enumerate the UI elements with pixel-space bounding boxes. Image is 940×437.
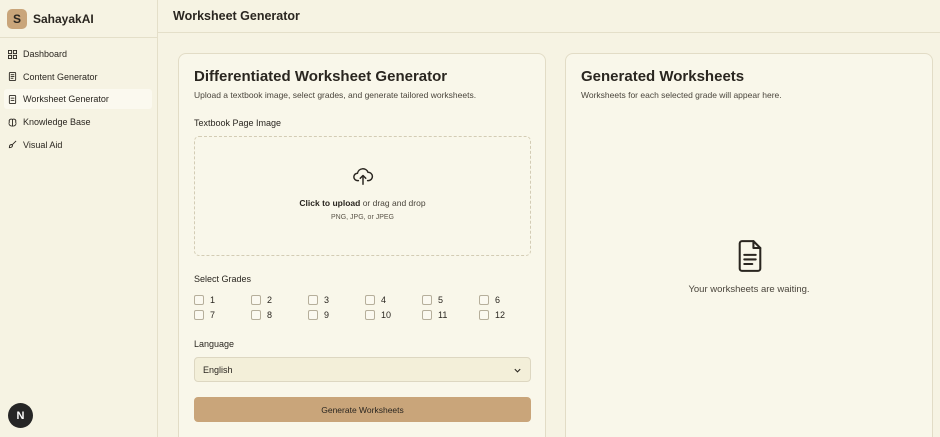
user-avatar[interactable]: N bbox=[8, 403, 33, 428]
language-label: Language bbox=[194, 339, 235, 349]
grades-label: Select Grades bbox=[194, 274, 252, 284]
grade-label: 7 bbox=[210, 310, 216, 320]
grade-label: 8 bbox=[267, 310, 273, 320]
worksheet-icon bbox=[8, 94, 17, 104]
grade-checkbox-12[interactable]: 12 bbox=[479, 310, 505, 320]
upload-rest: or drag and drop bbox=[360, 198, 426, 208]
generate-worksheets-button[interactable]: Generate Worksheets bbox=[194, 397, 531, 422]
brand-name: SahayakAI bbox=[33, 11, 94, 26]
grade-checkbox-3[interactable]: 3 bbox=[308, 295, 329, 305]
upload-hint: PNG, JPG, or JPEG bbox=[330, 214, 394, 221]
brand[interactable]: S SahayakAI bbox=[0, 0, 157, 38]
grade-label: 10 bbox=[381, 310, 392, 320]
checkbox[interactable] bbox=[194, 310, 204, 320]
form-title: Differentiated Worksheet Generator bbox=[194, 68, 448, 85]
brand-logo: S bbox=[7, 8, 27, 29]
brain-icon bbox=[8, 118, 17, 127]
grade-checkbox-10[interactable]: 10 bbox=[365, 310, 391, 320]
empty-state-text: Your worksheets are waiting. bbox=[688, 284, 810, 295]
results-title: Generated Worksheets bbox=[581, 68, 745, 85]
sidebar-item-label: Visual Aid bbox=[23, 139, 63, 150]
language-value: English bbox=[203, 364, 233, 375]
cloud-upload-icon bbox=[353, 168, 374, 185]
grade-label: 12 bbox=[495, 310, 506, 320]
grade-checkbox-1[interactable]: 1 bbox=[194, 295, 215, 305]
checkbox[interactable] bbox=[308, 310, 318, 320]
checkbox[interactable] bbox=[365, 295, 375, 305]
grade-label: 6 bbox=[495, 295, 501, 305]
language-select[interactable]: English bbox=[194, 357, 531, 382]
brush-icon bbox=[8, 140, 17, 149]
grade-label: 5 bbox=[438, 295, 444, 305]
grade-checkbox-5[interactable]: 5 bbox=[422, 295, 443, 305]
checkbox[interactable] bbox=[308, 295, 318, 305]
grade-checkbox-11[interactable]: 11 bbox=[422, 310, 447, 320]
results-card: Generated Worksheets Worksheets for each… bbox=[565, 53, 933, 437]
results-subtitle: Worksheets for each selected grade will … bbox=[581, 90, 782, 100]
upload-cta[interactable]: Click to upload bbox=[299, 198, 360, 208]
grade-label: 1 bbox=[210, 295, 216, 305]
grade-label: 2 bbox=[267, 295, 273, 305]
sidebar: S SahayakAI Dashboard Content Generator … bbox=[0, 0, 158, 437]
checkbox[interactable] bbox=[251, 310, 261, 320]
sidebar-item-knowledge-base[interactable]: Knowledge Base bbox=[4, 112, 152, 132]
sidebar-nav: Dashboard Content Generator Worksheet Ge… bbox=[0, 38, 157, 155]
grade-label: 4 bbox=[381, 295, 387, 305]
checkbox[interactable] bbox=[479, 295, 489, 305]
grade-checkbox-2[interactable]: 2 bbox=[251, 295, 272, 305]
checkbox[interactable] bbox=[422, 310, 432, 320]
upload-dropzone[interactable]: Click to upload or drag and drop PNG, JP… bbox=[194, 136, 531, 256]
document-icon bbox=[8, 72, 17, 82]
sidebar-item-label: Content Generator bbox=[23, 71, 98, 82]
grade-label: 11 bbox=[438, 310, 448, 320]
checkbox[interactable] bbox=[422, 295, 432, 305]
sidebar-item-worksheet-generator[interactable]: Worksheet Generator bbox=[4, 89, 152, 110]
checkbox[interactable] bbox=[479, 310, 489, 320]
sidebar-item-visual-aid[interactable]: Visual Aid bbox=[4, 135, 152, 155]
grade-label: 9 bbox=[324, 310, 330, 320]
chevron-down-icon bbox=[514, 368, 521, 373]
sidebar-item-dashboard[interactable]: Dashboard bbox=[4, 44, 152, 64]
upload-label: Textbook Page Image bbox=[194, 118, 282, 128]
sidebar-item-label: Dashboard bbox=[23, 49, 68, 59]
grade-checkbox-7[interactable]: 7 bbox=[194, 310, 215, 320]
checkbox[interactable] bbox=[365, 310, 375, 320]
checkbox[interactable] bbox=[194, 295, 204, 305]
form-subtitle: Upload a textbook image, select grades, … bbox=[194, 90, 477, 100]
grade-checkbox-9[interactable]: 9 bbox=[308, 310, 329, 320]
sidebar-item-label: Worksheet Generator bbox=[23, 94, 109, 105]
page-title: Worksheet Generator bbox=[173, 9, 300, 23]
grid-icon bbox=[8, 49, 17, 59]
grade-label: 3 bbox=[324, 295, 330, 305]
page-header: Worksheet Generator bbox=[158, 0, 940, 33]
grade-checkbox-8[interactable]: 8 bbox=[251, 310, 272, 320]
checkbox[interactable] bbox=[251, 295, 261, 305]
sidebar-item-label: Knowledge Base bbox=[23, 117, 91, 128]
grade-checkbox-4[interactable]: 4 bbox=[365, 295, 386, 305]
upload-instructions: Click to upload or drag and drop bbox=[195, 198, 530, 208]
grade-checkbox-6[interactable]: 6 bbox=[479, 295, 500, 305]
worksheet-form-card: Differentiated Worksheet Generator Uploa… bbox=[178, 53, 546, 437]
file-text-icon bbox=[738, 240, 762, 272]
sidebar-item-content-generator[interactable]: Content Generator bbox=[4, 67, 152, 87]
